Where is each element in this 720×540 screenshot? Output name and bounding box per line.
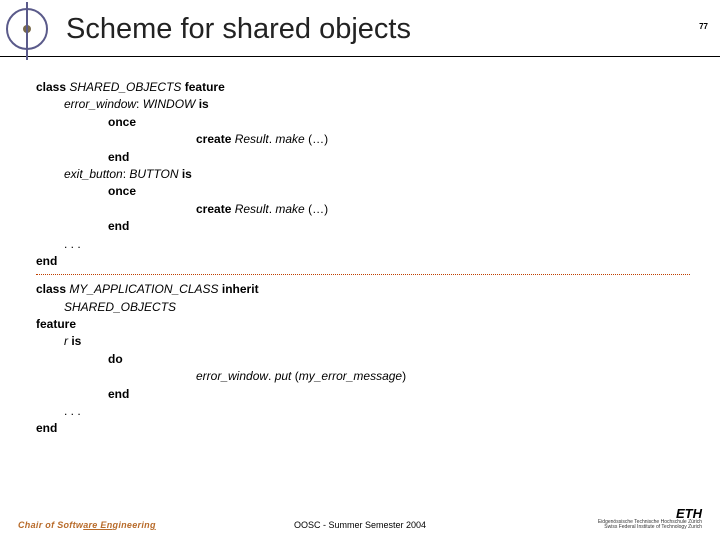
- page-number: 77: [699, 22, 708, 31]
- slide-title: Scheme for shared objects: [66, 13, 411, 46]
- footer-left: Chair of Software Engineering: [18, 520, 156, 530]
- code-divider: [36, 274, 690, 275]
- code-block: class SHARED_OBJECTS feature error_windo…: [0, 57, 720, 438]
- footer-center: OOSC - Summer Semester 2004: [294, 520, 426, 530]
- pendulum-icon: [6, 8, 48, 50]
- footer-right: ETH Eidgenössische Technische Hochschule…: [598, 507, 702, 530]
- slide-header: Scheme for shared objects: [0, 0, 720, 52]
- slide-footer: Chair of Software Engineering OOSC - Sum…: [0, 507, 720, 530]
